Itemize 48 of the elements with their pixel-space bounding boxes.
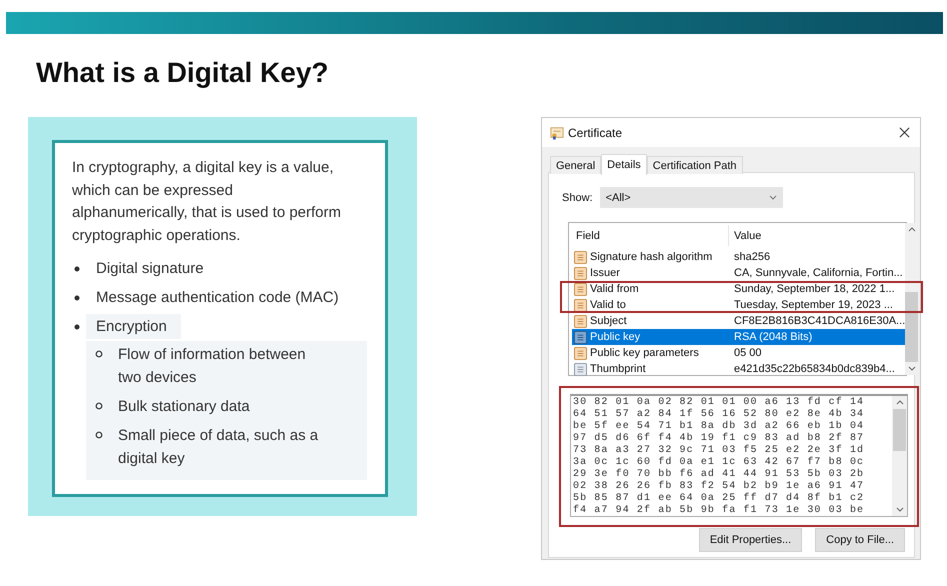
show-dropdown[interactable]: <All> [600, 187, 783, 208]
sub-bullet-text: Bulk stationary data [118, 397, 251, 417]
bullet-icon [95, 402, 103, 410]
show-label: Show: [562, 192, 593, 204]
hex-line: f4 a7 94 2f ab 5b 9b fa f1 73 1e 30 03 be [573, 505, 866, 517]
sub-bullet-text: Flow of information between two devices [118, 345, 307, 388]
dialog-button[interactable]: Edit Properties... [698, 528, 802, 552]
field-row[interactable]: Subject CF8E2B816B3C41DCA816E30A... [572, 313, 906, 329]
bullet-text: Message authentication code (MAC) [96, 289, 339, 306]
hex-line: 02 38 26 26 fb 83 f2 54 b2 b9 1e a6 91 47 [573, 481, 866, 492]
slide-title: What is a Digital Key? [36, 56, 330, 90]
hex-line: 29 3e f0 70 bb f6 ad 41 44 91 53 5b 03 2b [573, 469, 866, 480]
scroll-bar[interactable] [905, 223, 918, 375]
hex-line: be 5f ee 54 71 b1 8a db 3d a2 66 eb 1b 04 [573, 421, 866, 432]
hex-line: 64 51 57 a2 84 1f 56 16 52 80 e2 8e 4b 34 [573, 409, 866, 420]
bullet-text: Encryption [86, 314, 181, 339]
hex-line: 3a 0c 1c 60 fd 0a e1 1c 63 42 67 f7 b8 0c [573, 457, 866, 468]
tab[interactable]: General [550, 156, 602, 174]
sub-bullet-text: Small piece of data, such as a digital key [118, 426, 320, 469]
bullet-icon [95, 431, 103, 439]
tab[interactable]: Certification Path [646, 156, 743, 174]
column-header[interactable]: Field [572, 225, 729, 246]
bullet-icon [74, 266, 80, 272]
field-row[interactable]: Public key RSA (2048 Bits) [572, 329, 906, 345]
hex-value-box[interactable] [570, 394, 908, 517]
hex-line: 30 82 01 0a 02 82 01 01 00 a6 13 fd cf 14 [573, 397, 866, 408]
column-header[interactable]: Value [729, 225, 762, 246]
intro-paragraph: In cryptography, a digital key is a value, which can be expressed alphanumerically, that is used to perform cryptographic operations. [72, 158, 342, 246]
bullet-icon [74, 324, 80, 330]
window-title: Certificate [568, 126, 624, 140]
scroll-bar[interactable] [892, 396, 907, 516]
hex-line: 97 d5 d6 6f f4 4b 19 f1 c9 83 ad b8 2f 87 [573, 433, 866, 444]
field-row[interactable]: Public key parameters 05 00 [572, 345, 906, 361]
field-row[interactable]: Valid from Sunday, September 18, 2022 1... [572, 281, 906, 297]
field-row[interactable]: Signature hash algorithm sha256 [572, 249, 906, 265]
dialog-button[interactable]: Copy to File... [815, 528, 905, 552]
bullet-icon [95, 350, 103, 358]
field-row[interactable]: Issuer CA, Sunnyvale, California, Fortin... [572, 265, 906, 281]
field-row[interactable]: Valid to Tuesday, September 19, 2023 ... [572, 297, 906, 313]
chevron-down-icon [768, 195, 777, 200]
field-row[interactable]: Thumbprint e421d35c22b65834b0dc839b4... [572, 361, 906, 377]
hex-line: 73 8a a3 27 32 9c 71 03 f5 25 e2 2e 3f 1d [573, 445, 866, 456]
close-icon[interactable] [899, 127, 910, 138]
bullet-icon [74, 294, 80, 300]
tab[interactable]: Details [601, 154, 647, 175]
bullet-text: Digital signature [96, 260, 204, 277]
certificate-icon [550, 126, 564, 140]
hex-line: 5b 85 87 d1 ee 64 0a 25 ff d7 d4 8f b1 c2 [573, 493, 866, 504]
